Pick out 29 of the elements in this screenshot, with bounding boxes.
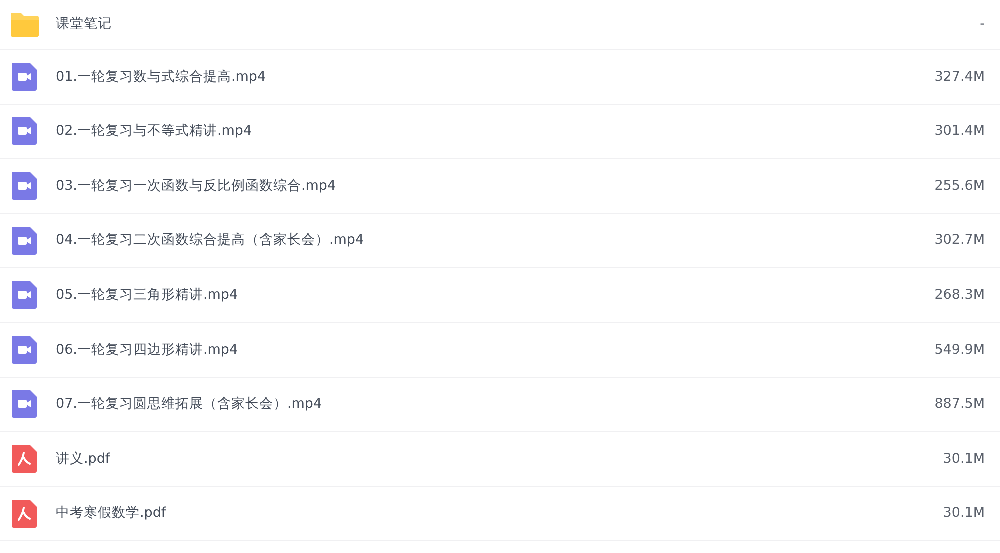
file-size: 301.4M [934, 122, 985, 142]
file-name[interactable]: 04.一轮复习二次函数综合提高（含家长会）.mp4 [56, 230, 364, 251]
file-name[interactable]: 讲义.pdf [56, 448, 110, 470]
file-name[interactable]: 07.一轮复习圆思维拓展（含家长会）.mp4 [56, 394, 322, 414]
pdf-file-icon [10, 444, 40, 474]
file-size: 268.3M [934, 286, 985, 306]
video-file-icon [10, 170, 40, 201]
video-file-icon [10, 334, 40, 365]
video-file-icon [10, 226, 40, 256]
file-size: 30.1M [943, 504, 985, 524]
file-size: 255.6M [934, 176, 985, 196]
file-name[interactable]: 课堂笔记 [56, 14, 112, 35]
file-name[interactable]: 03.一轮复习一次函数与反比例函数综合.mp4 [56, 176, 336, 196]
video-file-icon [10, 116, 40, 146]
file-size: - [980, 15, 985, 34]
video-file-icon [10, 389, 40, 420]
file-name[interactable]: 05.一轮复习三角形精讲.mp4 [56, 285, 238, 306]
file-name[interactable]: 06.一轮复习四边形精讲.mp4 [56, 340, 238, 360]
file-size: 327.4M [934, 68, 985, 87]
file-size: 302.7M [934, 231, 985, 250]
file-name[interactable]: 01.一轮复习数与式综合提高.mp4 [56, 66, 266, 87]
file-name[interactable]: 中考寒假数学.pdf [56, 503, 166, 524]
file-size: 549.9M [934, 340, 985, 360]
file-size: 887.5M [934, 395, 985, 414]
file-name[interactable]: 02.一轮复习与不等式精讲.mp4 [56, 121, 252, 142]
pdf-file-icon [10, 498, 40, 529]
file-size: 30.1M [943, 450, 985, 469]
video-file-icon [10, 62, 40, 92]
video-file-icon [10, 280, 40, 310]
